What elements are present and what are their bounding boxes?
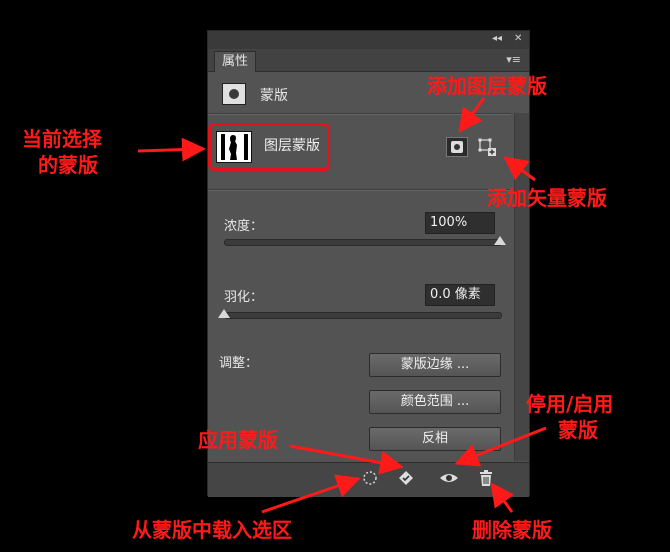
arrow-add-layer-mask — [458, 97, 486, 133]
arrow-current-mask — [137, 137, 206, 162]
arrow-add-vector-mask — [503, 156, 536, 182]
arrow-disable-enable — [454, 426, 547, 467]
annotation-arrows — [137, 97, 547, 514]
arrow-load-selection — [261, 474, 361, 514]
arrow-delete-mask — [490, 482, 515, 513]
arrow-apply-mask — [289, 444, 404, 475]
